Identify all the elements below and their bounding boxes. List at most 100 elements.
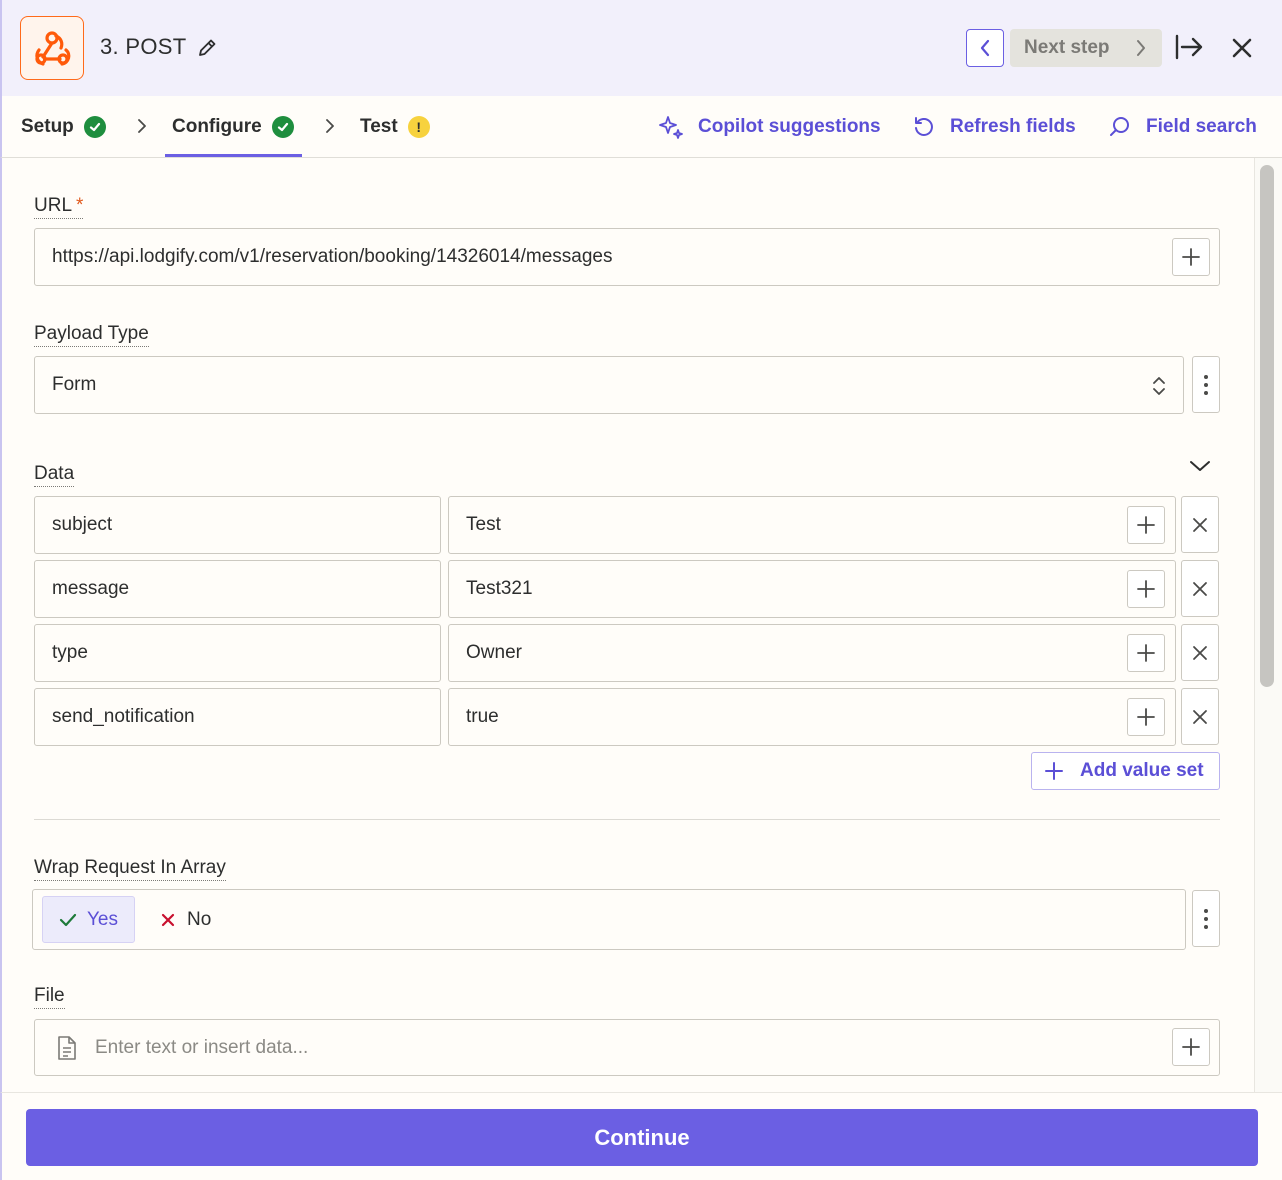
plus-icon [1182,248,1200,266]
tab-configure[interactable]: Configure [172,96,294,158]
data-label: Data [34,463,75,487]
check-circle-icon [83,116,106,138]
url-input[interactable]: https://api.lodgify.com/v1/reservation/b… [34,228,1220,286]
remove-row-button[interactable] [1181,688,1219,745]
data-value-text: true [466,706,499,727]
wrap-request-options-button[interactable] [1192,890,1220,947]
data-value-input[interactable]: Test [448,496,1176,554]
data-value-input[interactable]: Owner [448,624,1176,682]
check-circle-icon [271,116,294,138]
payload-type-value: Form [52,374,97,395]
field-search-label: Field search [1146,116,1257,137]
continue-label: Continue [594,1124,690,1150]
data-value-input[interactable]: true [448,688,1176,746]
no-label: No [187,908,212,930]
file-insert-data-button[interactable] [1172,1028,1210,1066]
chevron-left-icon [980,39,990,57]
data-value-text: Owner [466,642,522,663]
file-input[interactable]: Enter text or insert data... [34,1019,1220,1076]
tab-setup[interactable]: Setup [21,96,106,158]
remove-row-button[interactable] [1181,496,1219,553]
close-icon [1193,581,1207,596]
select-arrows-icon [1153,377,1165,395]
step-header: 3. POST Next step [0,0,1282,96]
data-key-value: message [52,578,130,599]
required-marker: * [76,195,84,216]
plus-icon [1137,644,1155,662]
pencil-icon[interactable] [196,37,218,64]
payload-type-select[interactable]: Form [34,356,1184,414]
data-value-insert-button[interactable] [1127,570,1165,608]
data-value-insert-button[interactable] [1127,698,1165,736]
url-value: https://api.lodgify.com/v1/reservation/b… [52,246,613,267]
data-key-input[interactable]: subject [34,496,441,554]
url-insert-data-button[interactable] [1172,238,1210,276]
scrollbar-thumb[interactable] [1260,165,1274,687]
plus-icon [1182,1038,1200,1056]
payload-type-label: Payload Type [34,323,149,347]
plus-icon [1137,708,1155,726]
wrap-request-label: Wrap Request In Array [34,857,226,881]
tab-test[interactable]: Test ! [360,96,430,158]
file-label: File [34,985,65,1009]
close-icon [1193,709,1207,724]
field-search-button[interactable]: Field search [1108,96,1257,158]
x-mark-icon [161,913,175,926]
url-label-text: URL [34,195,73,216]
document-icon [58,1035,76,1060]
close-icon [1193,645,1207,660]
active-tab-indicator [165,154,302,157]
plus-icon [1045,762,1063,780]
data-value-text: Test321 [466,578,533,599]
tab-test-label: Test [360,116,398,137]
chevron-right-icon [1137,40,1145,56]
search-icon [1110,117,1129,136]
chevron-right-icon [326,119,334,133]
chevron-right-icon [138,119,146,133]
refresh-fields-label: Refresh fields [950,116,1076,137]
plus-icon [1137,516,1155,534]
file-placeholder: Enter text or insert data... [95,1036,309,1058]
data-value-insert-button[interactable] [1127,634,1165,672]
tab-configure-label: Configure [172,116,262,137]
refresh-fields-button[interactable]: Refresh fields [912,96,1076,158]
step-title: 3. POST [100,34,187,59]
data-value-input[interactable]: Test321 [448,560,1176,618]
tab-setup-label: Setup [21,116,74,137]
data-key-input[interactable]: message [34,560,441,618]
data-value-insert-button[interactable] [1127,506,1165,544]
sparkle-icon [659,116,683,139]
add-value-set-label: Add value set [1080,760,1204,781]
url-field-label: URL * [34,195,84,219]
refresh-icon [915,117,933,136]
close-icon[interactable] [1230,36,1254,65]
data-key-input[interactable]: type [34,624,441,682]
data-key-value: subject [52,514,113,535]
wrap-request-yes-option[interactable]: Yes [42,896,135,943]
step-tabs: Setup Configure Test ! Copilot suggestio… [0,96,1282,158]
close-icon [1193,517,1207,532]
plus-icon [1137,580,1155,598]
data-key-input[interactable]: send_notification [34,688,441,746]
warning-icon: ! [407,116,430,138]
next-step-button[interactable]: Next step [1010,29,1162,67]
copilot-suggestions-button[interactable]: Copilot suggestions [658,96,881,158]
data-value-text: Test [466,514,501,535]
section-divider [34,819,1220,820]
previous-step-button[interactable] [966,29,1004,67]
data-key-value: send_notification [52,706,195,727]
chevron-down-icon[interactable] [1188,456,1212,476]
data-key-value: type [52,642,88,663]
webhook-app-icon [20,16,84,80]
copilot-suggestions-label: Copilot suggestions [698,116,881,137]
continue-button[interactable]: Continue [26,1109,1258,1166]
wrap-request-toggle: Yes No [32,889,1186,950]
wrap-request-no-option[interactable]: No [161,896,211,943]
remove-row-button[interactable] [1181,624,1219,681]
remove-row-button[interactable] [1181,560,1219,617]
yes-label: Yes [87,908,118,930]
checkmark-icon [59,913,77,926]
add-value-set-button[interactable]: Add value set [1031,752,1220,790]
expand-panel-icon[interactable] [1174,34,1204,65]
payload-type-options-button[interactable] [1192,356,1220,413]
